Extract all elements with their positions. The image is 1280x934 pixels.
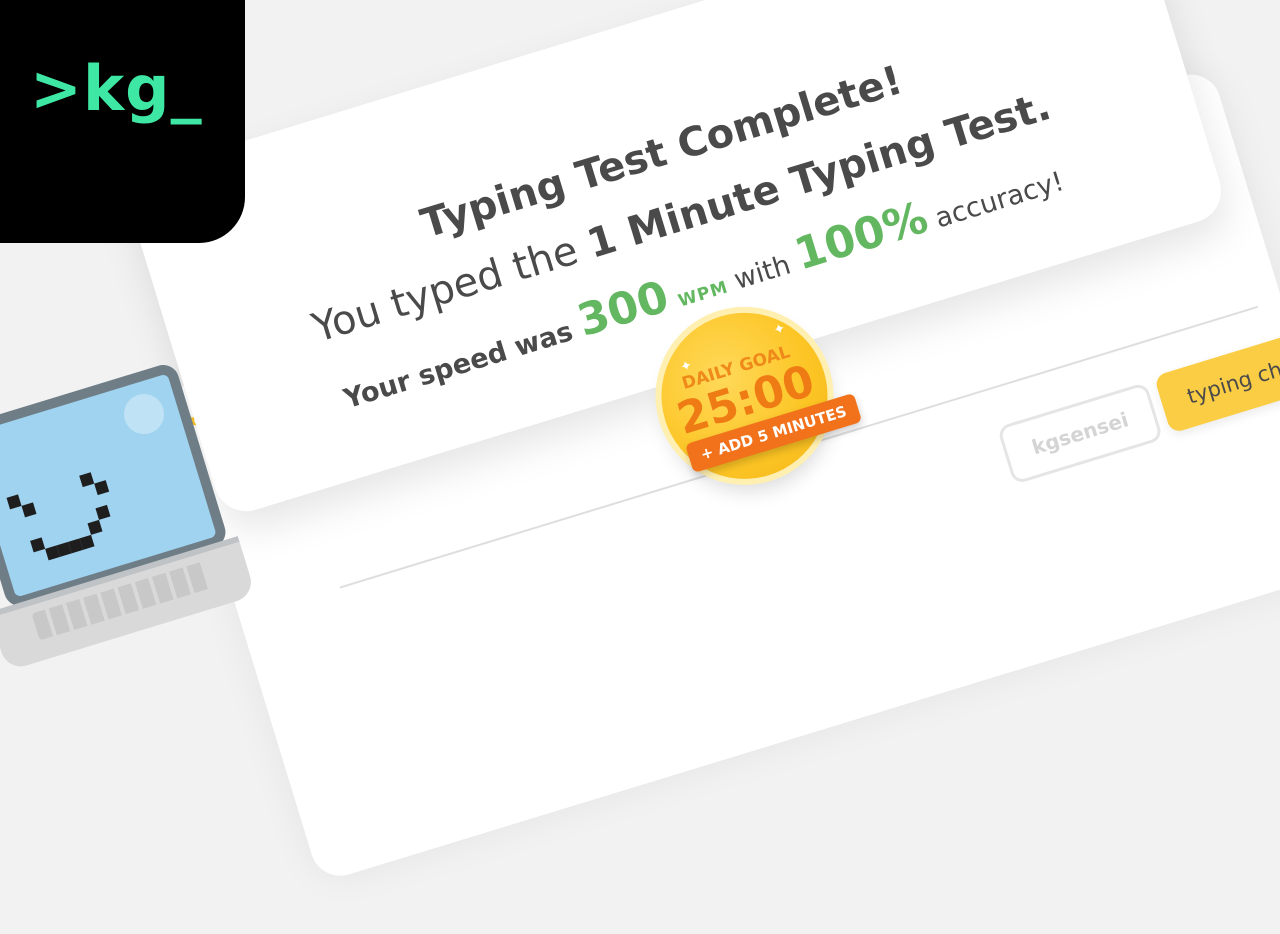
face-mouth xyxy=(95,504,111,520)
logo-text: >kg_ xyxy=(30,52,203,125)
accuracy-suffix: accuracy! xyxy=(923,165,1068,237)
kg-logo: >kg_ xyxy=(0,0,245,243)
face-eye-right xyxy=(79,472,95,488)
face-eye-left xyxy=(21,502,37,518)
with-text: with xyxy=(722,247,803,299)
face-mouth xyxy=(87,519,103,535)
face-eye-left xyxy=(6,494,22,510)
face-mouth xyxy=(79,534,95,550)
face-eye-right xyxy=(94,480,110,496)
accuracy-value: 100% xyxy=(788,191,934,281)
wpm-value: 300 xyxy=(571,271,675,347)
sparkle-icon: ✦ xyxy=(771,320,788,340)
wpm-unit: WPM xyxy=(675,277,731,312)
face-mouth xyxy=(30,537,46,553)
